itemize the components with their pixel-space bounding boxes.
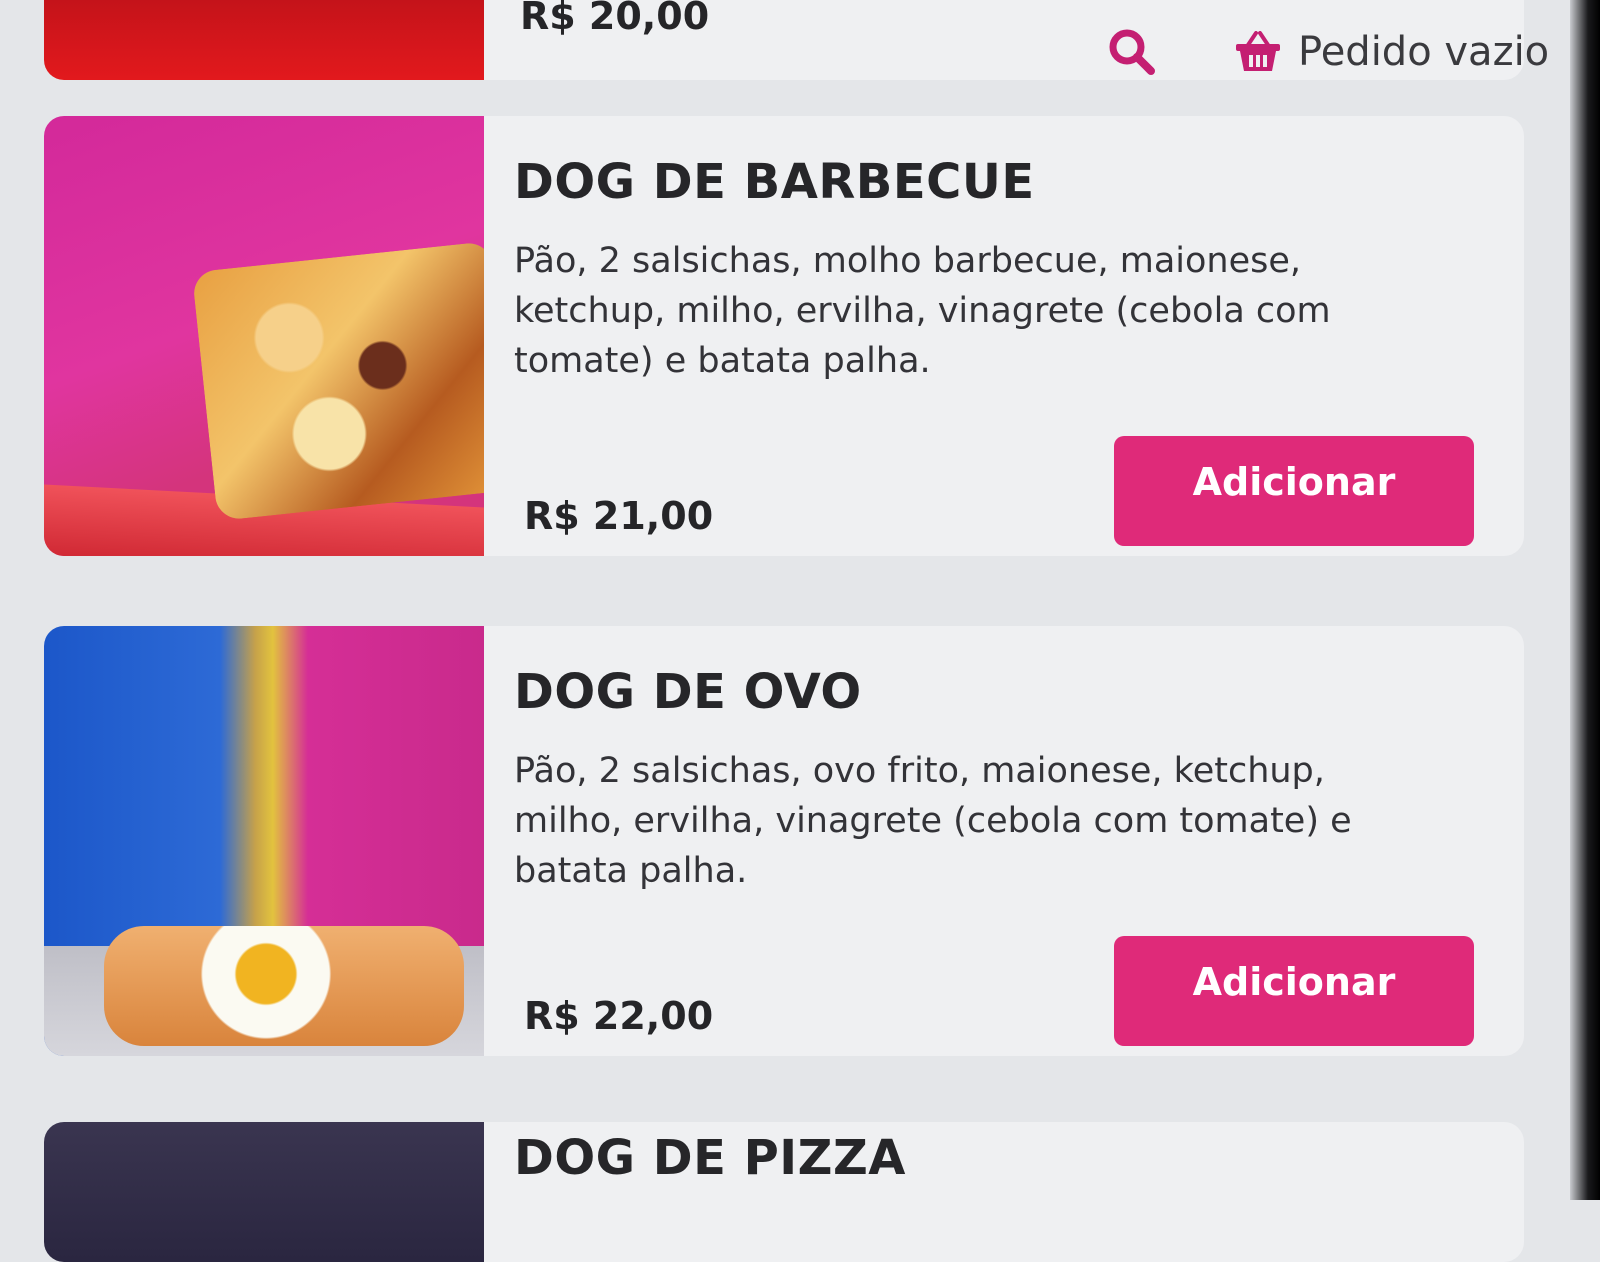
product-info: DOG DE OVO Pão, 2 salsichas, ovo frito, … bbox=[514, 626, 1524, 1056]
product-card: DOG DE PIZZA bbox=[44, 1122, 1524, 1262]
product-image bbox=[44, 1122, 484, 1262]
product-description: Pão, 2 salsichas, ovo frito, maionese, k… bbox=[514, 751, 1352, 891]
product-price: R$ 21,00 bbox=[524, 494, 714, 538]
product-image bbox=[44, 626, 484, 1056]
product-name: DOG DE PIZZA bbox=[514, 1130, 906, 1186]
product-description: Pão, 2 salsichas, molho barbecue, maione… bbox=[514, 241, 1331, 381]
search-button[interactable] bbox=[1100, 20, 1164, 84]
cart-status-label: Pedido vazio bbox=[1298, 29, 1550, 75]
basket-icon bbox=[1236, 31, 1280, 71]
product-name: DOG DE OVO bbox=[514, 664, 862, 720]
menu-page: R$ 20,00 Pedido vazio DOG DE BARBECUE Pã… bbox=[0, 0, 1600, 1262]
add-to-order-button[interactable]: Adicionar bbox=[1114, 436, 1474, 546]
product-info: DOG DE PIZZA bbox=[514, 1122, 1524, 1262]
product-card: DOG DE BARBECUE Pão, 2 salsichas, molho … bbox=[44, 116, 1524, 556]
product-card: DOG DE OVO Pão, 2 salsichas, ovo frito, … bbox=[44, 626, 1524, 1056]
product-price-previous: R$ 20,00 bbox=[520, 0, 710, 38]
search-icon bbox=[1109, 29, 1155, 75]
product-price: R$ 22,00 bbox=[524, 994, 714, 1038]
product-image bbox=[44, 116, 484, 556]
product-info: DOG DE BARBECUE Pão, 2 salsichas, molho … bbox=[514, 116, 1524, 556]
product-image-previous bbox=[44, 0, 484, 80]
add-to-order-button[interactable]: Adicionar bbox=[1114, 936, 1474, 1046]
product-name: DOG DE BARBECUE bbox=[514, 154, 1035, 210]
cart-button[interactable]: Pedido vazio bbox=[1234, 29, 1549, 75]
top-toolbar: Pedido vazio bbox=[1100, 20, 1549, 84]
screen-bezel bbox=[1570, 0, 1600, 1200]
